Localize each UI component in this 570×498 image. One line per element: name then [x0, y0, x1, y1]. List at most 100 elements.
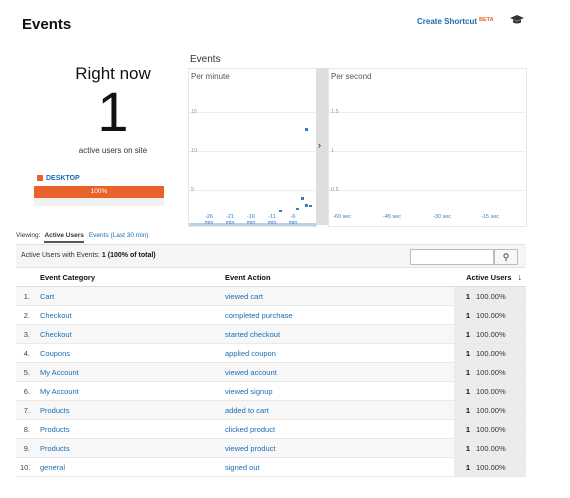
active-users-value: 1: [454, 438, 472, 458]
x-label: -15 sec: [480, 214, 500, 220]
active-users-percent: 100.00%: [472, 457, 527, 477]
event-action-link[interactable]: signed out: [221, 457, 454, 477]
y-tick: 15: [191, 109, 198, 115]
beta-badge: BETA: [479, 17, 494, 23]
per-minute-panel: Per minute 15 10 5 -26 min -21 min -16 min …: [188, 68, 317, 227]
minute-bar: [279, 210, 282, 212]
sort-arrow-icon[interactable]: ↓: [518, 272, 523, 282]
col-active-users[interactable]: Active Users ↓: [454, 268, 527, 287]
gridline: [189, 190, 316, 191]
active-users-percent: 100.00%: [472, 381, 527, 401]
x-label: -30 sec: [432, 214, 452, 220]
page-title: Events: [22, 16, 72, 33]
minute-bar: [309, 205, 312, 207]
event-action-link[interactable]: applied coupon: [221, 343, 454, 363]
event-action-link[interactable]: added to cart: [221, 400, 454, 420]
active-users-percent: 100.00%: [472, 305, 527, 325]
event-action-link[interactable]: viewed cart: [221, 286, 454, 306]
event-category-link[interactable]: Products: [36, 438, 221, 458]
active-users-value: 1: [454, 457, 472, 477]
active-users-value: 1: [454, 362, 472, 382]
row-number: 3.: [16, 324, 36, 344]
table-row: 3. Checkout started checkout 1 100.00%: [16, 324, 527, 344]
active-users-sublabel: active users on site: [78, 146, 148, 155]
table-search-input[interactable]: [410, 249, 494, 265]
active-users-percent: 100.00%: [472, 362, 527, 382]
table-row: 9. Products viewed product 1 100.00%: [16, 438, 527, 458]
active-users-percent: 100.00%: [472, 419, 527, 439]
chevron-right-icon[interactable]: ›: [318, 140, 321, 150]
desktop-swatch: [37, 175, 43, 182]
gridline: [189, 112, 316, 113]
minute-bar: [296, 208, 299, 210]
tab-events-last-30[interactable]: Events (Last 30 min): [89, 232, 149, 239]
col-event-category[interactable]: Event Category: [36, 268, 221, 287]
table-summary-bar: Active Users with Events: 1 (100% of tot…: [16, 244, 526, 268]
gridline: [329, 151, 526, 152]
event-category-link[interactable]: Products: [36, 419, 221, 439]
row-number: 9.: [16, 438, 36, 458]
event-category-link[interactable]: Checkout: [36, 305, 221, 325]
event-category-link[interactable]: My Account: [36, 381, 221, 401]
active-users-value: 1: [454, 381, 472, 401]
desktop-share-bar: 100%: [34, 186, 164, 198]
event-category-link[interactable]: general: [36, 457, 221, 477]
event-category-link[interactable]: Products: [36, 400, 221, 420]
table-row: 10. general signed out 1 100.00%: [16, 457, 527, 477]
row-number: 2.: [16, 305, 36, 325]
minute-bar: [305, 128, 308, 131]
event-category-link[interactable]: Coupons: [36, 343, 221, 363]
create-shortcut-link[interactable]: Create Shortcut BETA: [417, 17, 494, 26]
active-users-percent: 100.00%: [472, 438, 527, 458]
event-category-link[interactable]: Cart: [36, 286, 221, 306]
events-table: Event Category Event Action Active Users…: [16, 268, 527, 477]
active-users-value: 1: [454, 419, 472, 439]
active-users-percent: 100.00%: [472, 286, 527, 306]
per-minute-label: Per minute: [191, 72, 230, 81]
table-row: 6. My Account viewed signup 1 100.00%: [16, 381, 527, 401]
y-tick: 1.5: [331, 109, 339, 115]
viewing-tabs: Viewing: Active Users Events (Last 30 min): [16, 232, 149, 243]
summary-text: Active Users with Events: 1 (100% of tot…: [21, 252, 156, 259]
row-number: 1.: [16, 286, 36, 306]
y-tick: 10: [191, 148, 198, 154]
event-action-link[interactable]: viewed product: [221, 438, 454, 458]
row-number: 4.: [16, 343, 36, 363]
y-tick: 1: [331, 148, 335, 154]
table-row: 4. Coupons applied coupon 1 100.00%: [16, 343, 527, 363]
table-row: 2. Checkout completed purchase 1 100.00%: [16, 305, 527, 325]
create-shortcut-label: Create Shortcut: [417, 17, 478, 26]
table-row: 5. My Account viewed account 1 100.00%: [16, 362, 527, 382]
active-users-value: 1: [454, 324, 472, 344]
table-row: 1. Cart viewed cart 1 100.00%: [16, 286, 527, 306]
event-action-link[interactable]: clicked product: [221, 419, 454, 439]
event-action-link[interactable]: started checkout: [221, 324, 454, 344]
table-row: 8. Products clicked product 1 100.00%: [16, 419, 527, 439]
viewing-label: Viewing:: [16, 232, 41, 239]
row-number: 6.: [16, 381, 36, 401]
event-action-link[interactable]: completed purchase: [221, 305, 454, 325]
row-number: 10.: [16, 457, 36, 477]
event-category-link[interactable]: My Account: [36, 362, 221, 382]
event-action-link[interactable]: viewed account: [221, 362, 454, 382]
events-chart-title: Events: [190, 54, 221, 65]
device-legend: DESKTOP: [37, 175, 80, 182]
gridline: [189, 151, 316, 152]
minute-bar: [301, 197, 304, 200]
col-event-action[interactable]: Event Action: [221, 268, 454, 287]
x-label: -60 sec: [332, 214, 352, 220]
per-second-panel: Per second 1.5 1 0.5 -60 sec -45 sec -30…: [328, 68, 527, 227]
minute-baseline: [189, 223, 316, 226]
tab-active-users[interactable]: Active Users: [44, 232, 84, 243]
minute-bar: [305, 204, 308, 207]
y-tick: 0.5: [331, 187, 339, 193]
desktop-share-track: [34, 198, 164, 206]
active-users-value: 1: [454, 305, 472, 325]
event-category-link[interactable]: Checkout: [36, 324, 221, 344]
active-users-value: 1: [454, 343, 472, 363]
search-icon[interactable]: ⚲: [494, 249, 518, 265]
graduation-cap-icon[interactable]: [510, 15, 524, 25]
row-number: 5.: [16, 362, 36, 382]
event-action-link[interactable]: viewed signup: [221, 381, 454, 401]
per-second-label: Per second: [331, 72, 372, 81]
